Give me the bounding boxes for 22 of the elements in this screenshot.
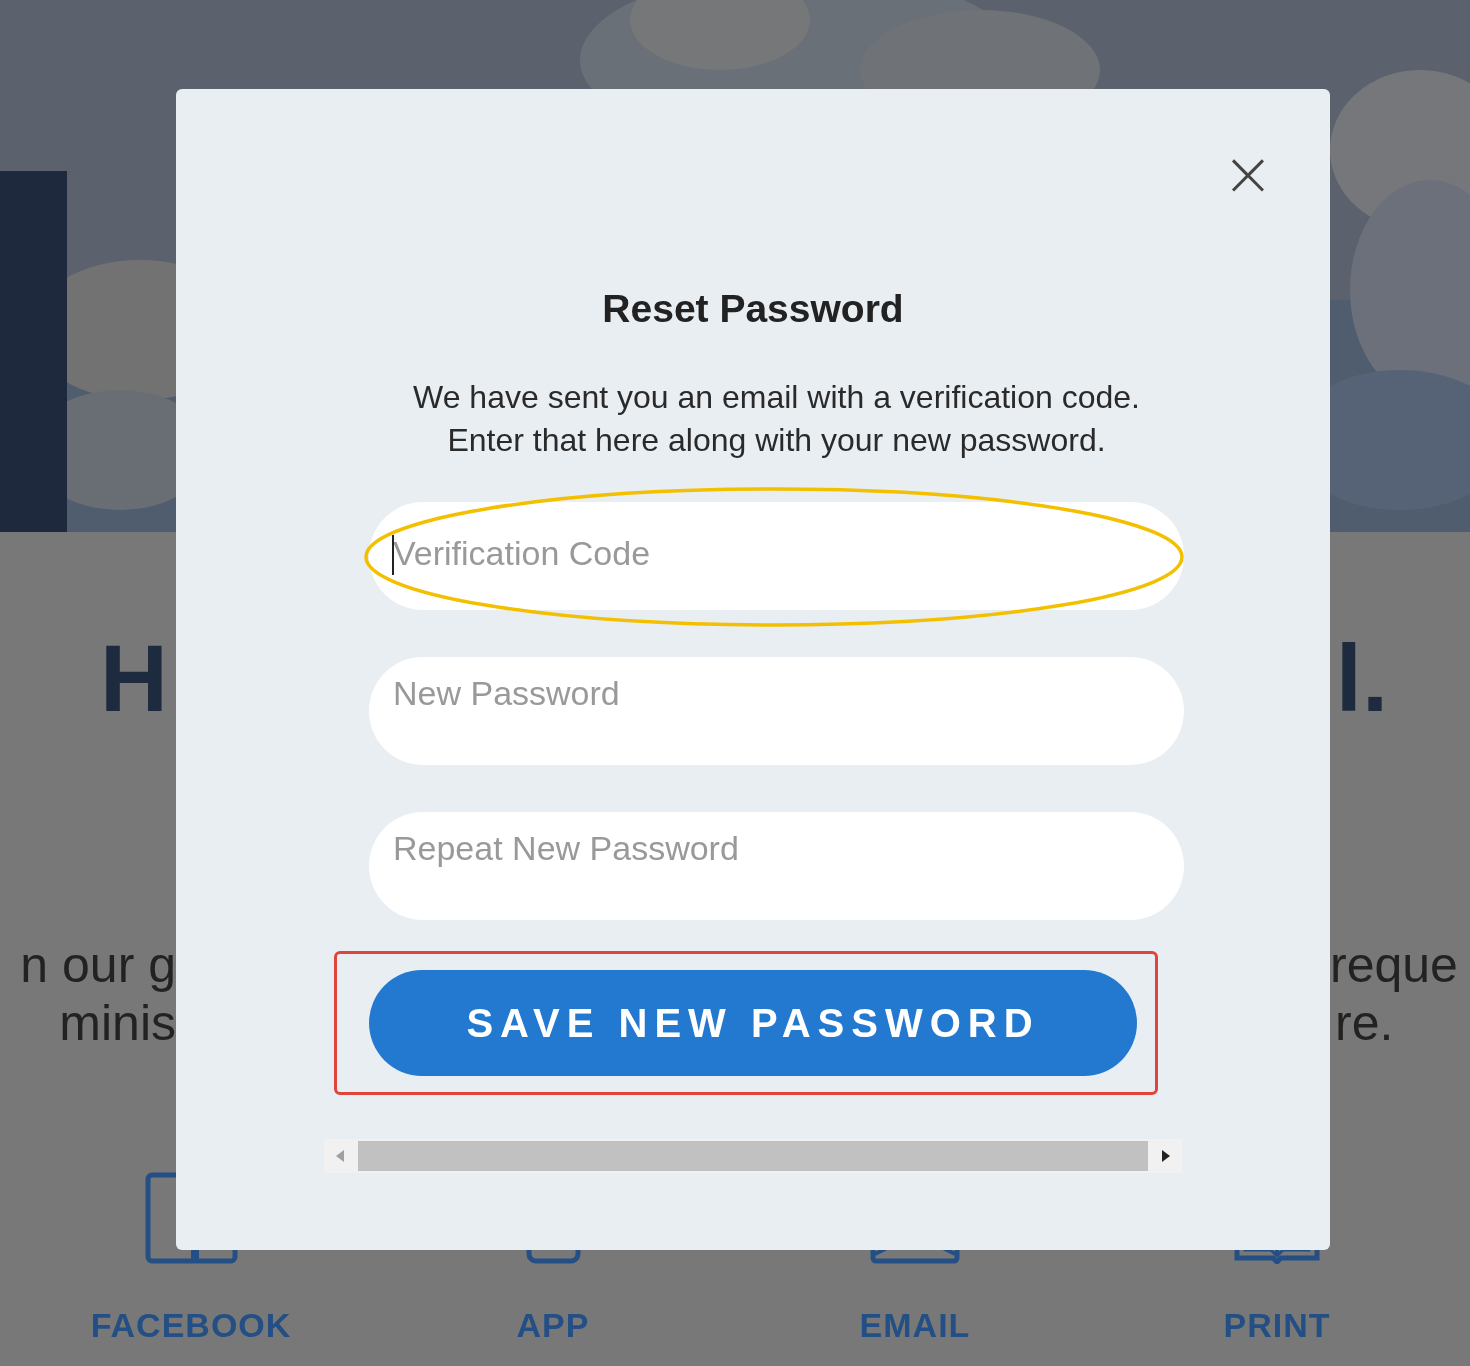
close-button[interactable]: × bbox=[1218, 139, 1278, 209]
body-text: re. bbox=[1334, 994, 1394, 1052]
link[interactable]: PRINT bbox=[1223, 1308, 1331, 1342]
dialog-message: We have sent you an email with a verification code. Enter that here along with your new password. bbox=[412, 378, 1141, 460]
text-cursor bbox=[392, 535, 394, 575]
heading-text: l. bbox=[1335, 632, 1388, 726]
scroll-right-icon bbox=[1160, 1149, 1172, 1163]
horizontal-scrollbar[interactable] bbox=[324, 1139, 1182, 1173]
body-text: minis bbox=[59, 994, 176, 1052]
link[interactable]: APP bbox=[516, 1308, 590, 1342]
scrollbar-thumb[interactable] bbox=[358, 1141, 1148, 1171]
input-field[interactable]: Verification Code bbox=[369, 502, 1184, 610]
link[interactable]: FACEBOOK bbox=[90, 1308, 292, 1342]
dialog-title: Reset Password bbox=[601, 287, 905, 331]
body-text: n our g bbox=[20, 936, 176, 994]
input-field[interactable]: Repeat New Password bbox=[369, 812, 1184, 920]
link[interactable]: EMAIL bbox=[859, 1308, 971, 1342]
save-button[interactable]: SAVE NEW PASSWORD bbox=[369, 970, 1137, 1076]
body-text: reque bbox=[1330, 936, 1458, 994]
heading-text: H bbox=[100, 632, 168, 726]
input-field[interactable]: New Password bbox=[369, 657, 1184, 765]
scroll-left-icon bbox=[334, 1149, 346, 1163]
